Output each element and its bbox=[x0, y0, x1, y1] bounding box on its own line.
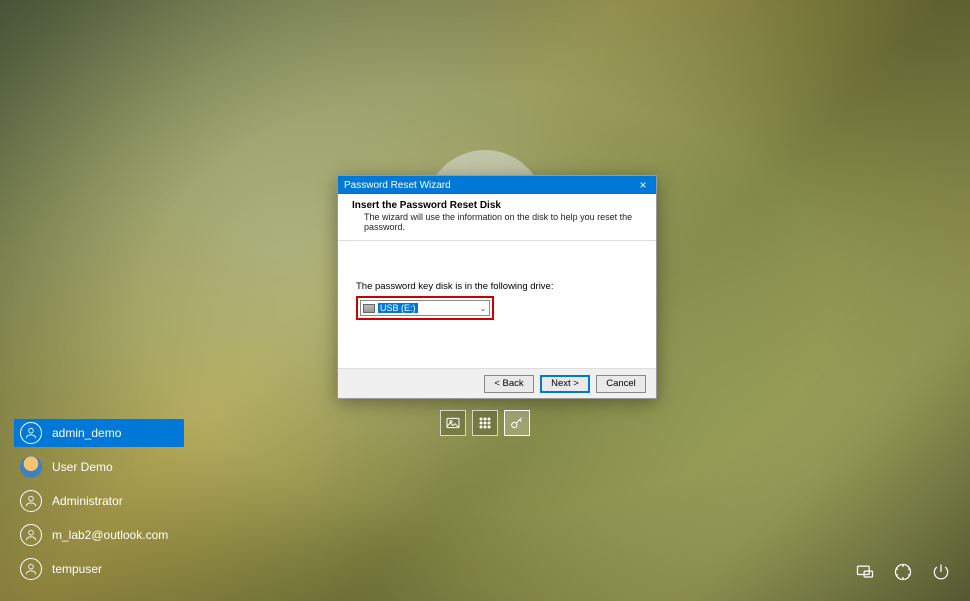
chevron-down-icon: ⌄ bbox=[479, 304, 487, 312]
user-avatar-icon bbox=[20, 524, 42, 546]
user-name: m_lab2@outlook.com bbox=[52, 528, 168, 542]
user-name: User Demo bbox=[52, 460, 113, 474]
user-name: admin_demo bbox=[52, 426, 121, 440]
ease-of-access-button[interactable] bbox=[892, 561, 914, 583]
power-button[interactable] bbox=[930, 561, 952, 583]
user-item-tempuser[interactable]: tempuser bbox=[14, 555, 184, 583]
user-avatar-icon bbox=[20, 490, 42, 512]
dialog-heading: Insert the Password Reset Disk bbox=[352, 200, 642, 211]
dialog-titlebar: Password Reset Wizard × bbox=[338, 176, 656, 194]
drive-select-highlight: USB (E:) ⌄ bbox=[356, 296, 494, 320]
drive-select-value: USB (E:) bbox=[378, 303, 418, 313]
password-option[interactable] bbox=[504, 410, 530, 436]
user-avatar-icon bbox=[20, 422, 42, 444]
key-icon bbox=[509, 415, 525, 431]
ease-of-access-icon bbox=[893, 562, 913, 582]
dialog-footer: < Back Next > Cancel bbox=[338, 368, 656, 398]
sign-in-options bbox=[440, 410, 530, 436]
dialog-body: The password key disk is in the followin… bbox=[338, 241, 656, 368]
cancel-button[interactable]: Cancel bbox=[596, 375, 646, 393]
drive-prompt: The password key disk is in the followin… bbox=[356, 281, 638, 292]
user-avatar-icon bbox=[20, 456, 42, 478]
user-item-m-lab2[interactable]: m_lab2@outlook.com bbox=[14, 521, 184, 549]
pin-option[interactable] bbox=[472, 410, 498, 436]
user-list: admin_demo User Demo Administrator m_lab… bbox=[14, 419, 184, 583]
keypad-icon bbox=[477, 415, 493, 431]
dialog-title: Password Reset Wizard bbox=[344, 180, 451, 191]
picture-icon bbox=[445, 415, 461, 431]
back-button[interactable]: < Back bbox=[484, 375, 534, 393]
user-name: Administrator bbox=[52, 494, 123, 508]
user-item-administrator[interactable]: Administrator bbox=[14, 487, 184, 515]
close-icon[interactable]: × bbox=[636, 178, 650, 192]
network-button[interactable] bbox=[854, 561, 876, 583]
power-icon bbox=[931, 562, 951, 582]
user-name: tempuser bbox=[52, 562, 102, 576]
dialog-header: Insert the Password Reset Disk The wizar… bbox=[338, 194, 656, 241]
user-avatar-icon bbox=[20, 558, 42, 580]
drive-select[interactable]: USB (E:) ⌄ bbox=[360, 300, 490, 316]
dialog-subheading: The wizard will use the information on t… bbox=[352, 212, 642, 232]
drive-icon bbox=[363, 304, 375, 313]
user-item-admin-demo[interactable]: admin_demo bbox=[14, 419, 184, 447]
picture-password-option[interactable] bbox=[440, 410, 466, 436]
next-button[interactable]: Next > bbox=[540, 375, 590, 393]
system-buttons bbox=[854, 561, 952, 583]
network-icon bbox=[855, 562, 875, 582]
user-item-user-demo[interactable]: User Demo bbox=[14, 453, 184, 481]
password-reset-wizard-dialog: Password Reset Wizard × Insert the Passw… bbox=[337, 175, 657, 399]
